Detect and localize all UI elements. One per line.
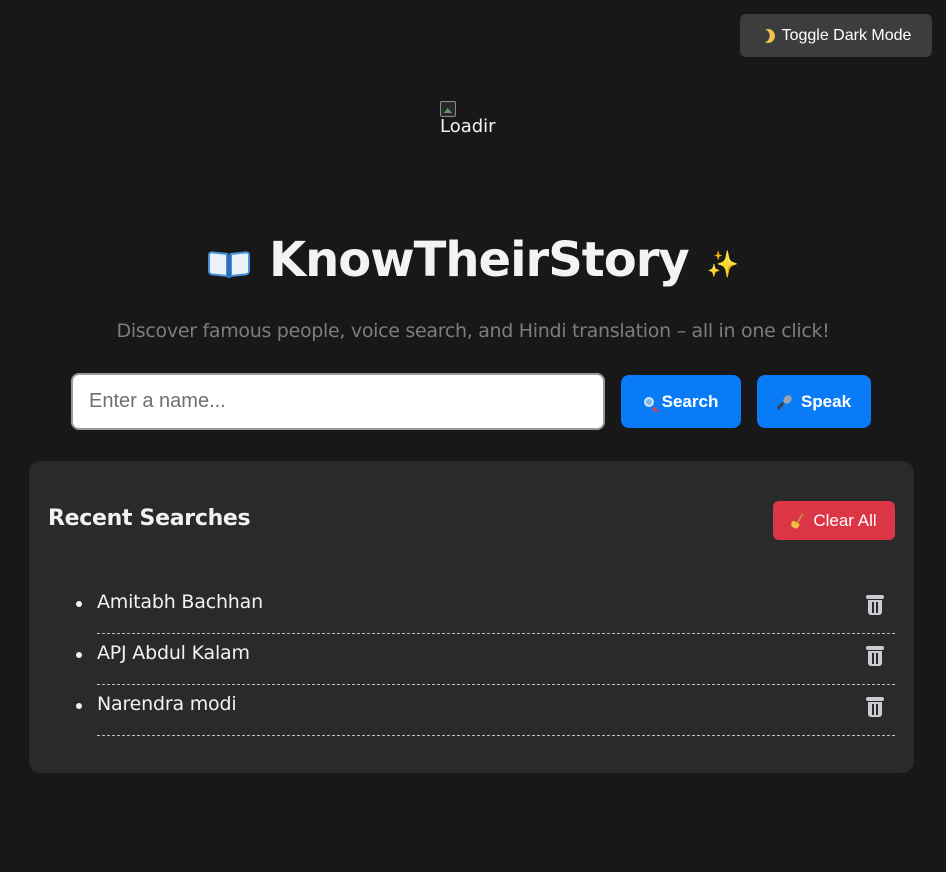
bullet — [76, 703, 82, 709]
wastebasket-icon[interactable] — [866, 697, 884, 717]
list-item: APJ Abdul Kalam — [76, 635, 895, 685]
page-title: KnowTheirStory ✨ — [0, 228, 946, 292]
speak-button-label: Speak — [800, 391, 852, 411]
recent-search-name[interactable]: Amitabh Bachhan — [97, 591, 263, 613]
toggle-dark-mode-button[interactable]: Toggle Dark Mode — [740, 14, 932, 57]
recent-search-name[interactable]: Narendra modi — [97, 693, 237, 715]
search-input[interactable] — [71, 373, 605, 430]
search-button[interactable]: Search — [621, 375, 741, 428]
broken-image-icon — [440, 101, 456, 117]
clear-all-label: Clear All — [813, 510, 877, 530]
open-book-icon — [207, 250, 251, 280]
wastebasket-icon[interactable] — [866, 595, 884, 615]
bullet — [76, 652, 82, 658]
broom-icon — [791, 513, 805, 529]
moon-icon — [759, 27, 777, 45]
loader-alt-text: Loadir — [440, 116, 496, 137]
microphone-icon — [777, 394, 793, 410]
page-title-text: KnowTheirStory — [268, 232, 690, 288]
recent-search-name[interactable]: APJ Abdul Kalam — [97, 642, 250, 664]
list-item: Amitabh Bachhan — [76, 584, 895, 634]
list-item: Narendra modi — [76, 686, 895, 736]
bullet — [76, 601, 82, 607]
page-subtitle: Discover famous people, voice search, an… — [116, 320, 830, 342]
toggle-dark-mode-label: Toggle Dark Mode — [781, 26, 912, 44]
clear-all-button[interactable]: Clear All — [773, 501, 895, 540]
loader-image: Loadir — [440, 101, 510, 151]
speak-button[interactable]: Speak — [757, 375, 871, 428]
recent-searches-title: Recent Searches — [48, 506, 251, 531]
wastebasket-icon[interactable] — [866, 646, 884, 666]
sparkles-icon: ✨ — [706, 250, 740, 280]
recent-searches-panel: Recent Searches Clear All Amitabh Bachha… — [29, 461, 914, 773]
search-button-label: Search — [661, 391, 719, 411]
magnifier-icon — [643, 396, 654, 407]
